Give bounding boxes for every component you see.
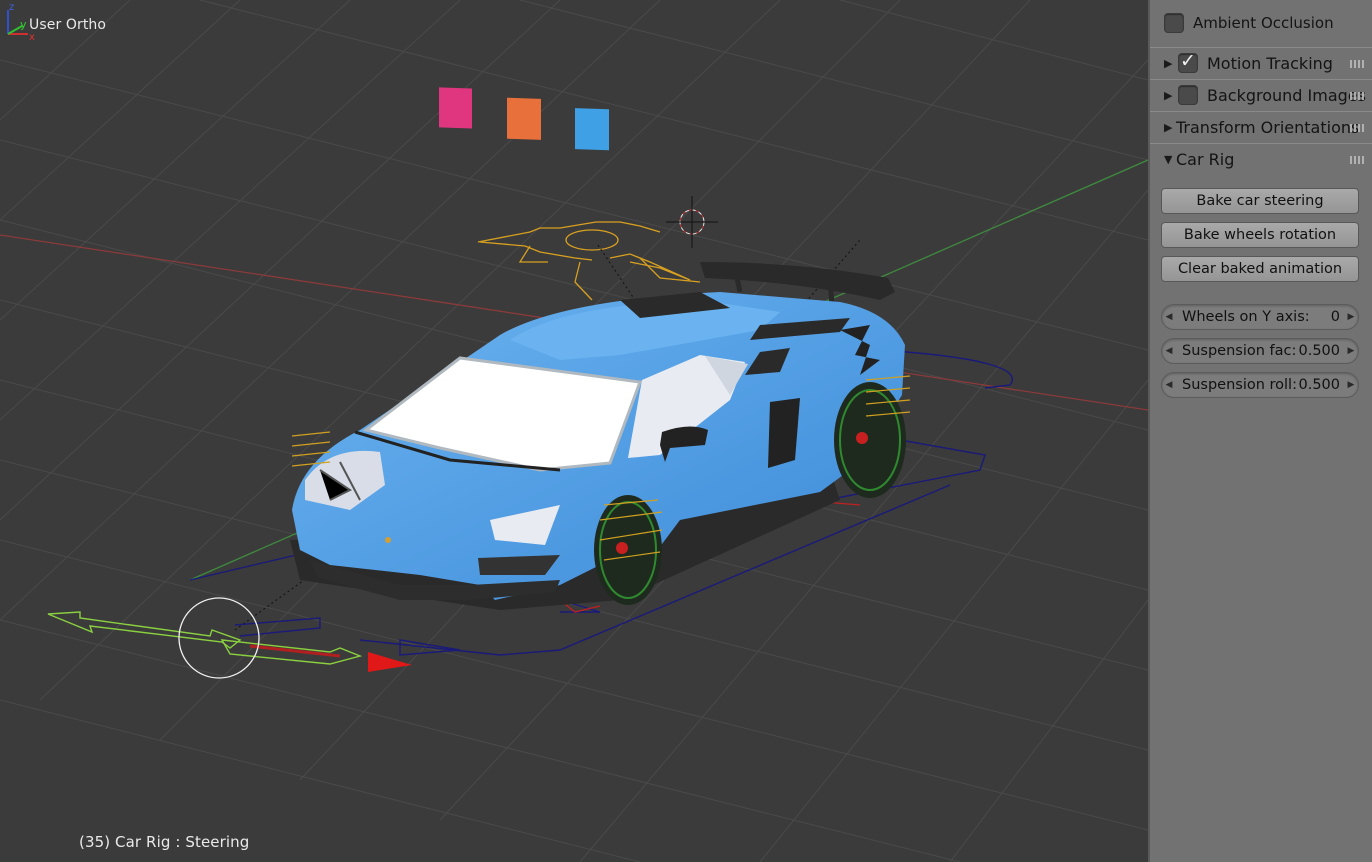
swatch-orange bbox=[507, 97, 541, 140]
panel-header-label: Transform Orientations bbox=[1176, 117, 1360, 137]
increment-arrow-icon[interactable]: ▶ bbox=[1344, 380, 1358, 390]
properties-side-panel: Ambient Occlusion ▶ Motion Tracking ▶ Ba… bbox=[1148, 0, 1372, 862]
bake-wheels-rotation-button[interactable]: Bake wheels rotation bbox=[1161, 222, 1359, 248]
panel-header-car-rig[interactable]: ▼ Car Rig bbox=[1150, 143, 1372, 174]
drag-grip-icon[interactable] bbox=[1350, 156, 1366, 164]
view-name-label: User Ortho bbox=[29, 17, 107, 33]
drag-grip-icon[interactable] bbox=[1350, 124, 1366, 132]
field-label: Suspension fac: bbox=[1182, 343, 1297, 359]
drag-grip-icon[interactable] bbox=[1350, 92, 1366, 100]
field-value: 0.500 bbox=[1298, 343, 1340, 359]
ambient-occlusion-toggle[interactable]: Ambient Occlusion bbox=[1150, 8, 1372, 38]
decrement-arrow-icon[interactable]: ◀ bbox=[1162, 312, 1176, 322]
swatch-magenta bbox=[439, 87, 472, 129]
collapsed-triangle-icon: ▶ bbox=[1164, 56, 1173, 70]
field-value: 0.500 bbox=[1298, 377, 1340, 393]
front-wheel bbox=[594, 495, 663, 605]
ambient-occlusion-checkbox[interactable] bbox=[1164, 13, 1184, 33]
3d-cursor bbox=[666, 196, 718, 248]
3d-viewport[interactable]: User Ortho (35) Car Rig : Steering z y x bbox=[0, 0, 1148, 862]
axis-z-label: z bbox=[9, 2, 14, 13]
increment-arrow-icon[interactable]: ▶ bbox=[1344, 346, 1358, 356]
panel-header-background-images[interactable]: ▶ Background Images bbox=[1150, 79, 1372, 110]
suspension-roll-field[interactable]: ◀ Suspension roll: 0.500 ▶ bbox=[1161, 372, 1359, 398]
drag-grip-icon[interactable] bbox=[1350, 60, 1366, 68]
decrement-arrow-icon[interactable]: ◀ bbox=[1162, 380, 1176, 390]
axis-orientation-widget: z y x bbox=[7, 2, 35, 43]
active-object-info: (35) Car Rig : Steering bbox=[79, 833, 250, 851]
wheels-on-y-axis-field[interactable]: ◀ Wheels on Y axis: 0 ▶ bbox=[1161, 304, 1359, 330]
panel-header-label: Motion Tracking bbox=[1207, 53, 1333, 73]
suspension-factor-field[interactable]: ◀ Suspension fac: 0.500 ▶ bbox=[1161, 338, 1359, 364]
field-label: Wheels on Y axis: bbox=[1182, 309, 1310, 325]
field-label: Suspension roll: bbox=[1182, 377, 1297, 393]
swatch-blue bbox=[575, 108, 609, 151]
viewport-scene bbox=[0, 0, 1148, 862]
panel-header-motion-tracking[interactable]: ▶ Motion Tracking bbox=[1150, 47, 1372, 78]
panel-header-label: Background Images bbox=[1207, 85, 1366, 105]
axis-y-label: y bbox=[20, 18, 27, 31]
motion-tracking-checkbox[interactable] bbox=[1178, 50, 1198, 73]
decrement-arrow-icon[interactable]: ◀ bbox=[1162, 346, 1176, 356]
clear-baked-animation-button[interactable]: Clear baked animation bbox=[1161, 256, 1359, 282]
bake-car-steering-button[interactable]: Bake car steering bbox=[1161, 188, 1359, 214]
ambient-occlusion-label: Ambient Occlusion bbox=[1193, 14, 1334, 32]
panel-header-label: Car Rig bbox=[1176, 149, 1235, 169]
increment-arrow-icon[interactable]: ▶ bbox=[1344, 312, 1358, 322]
axis-x-label: x bbox=[29, 32, 35, 43]
collapsed-triangle-icon: ▶ bbox=[1164, 88, 1173, 102]
field-value: 0 bbox=[1330, 309, 1340, 325]
background-images-checkbox[interactable] bbox=[1178, 85, 1198, 105]
root-arrow-green bbox=[47, 611, 242, 649]
panel-header-transform-orientations[interactable]: ▶ Transform Orientations bbox=[1150, 111, 1372, 142]
